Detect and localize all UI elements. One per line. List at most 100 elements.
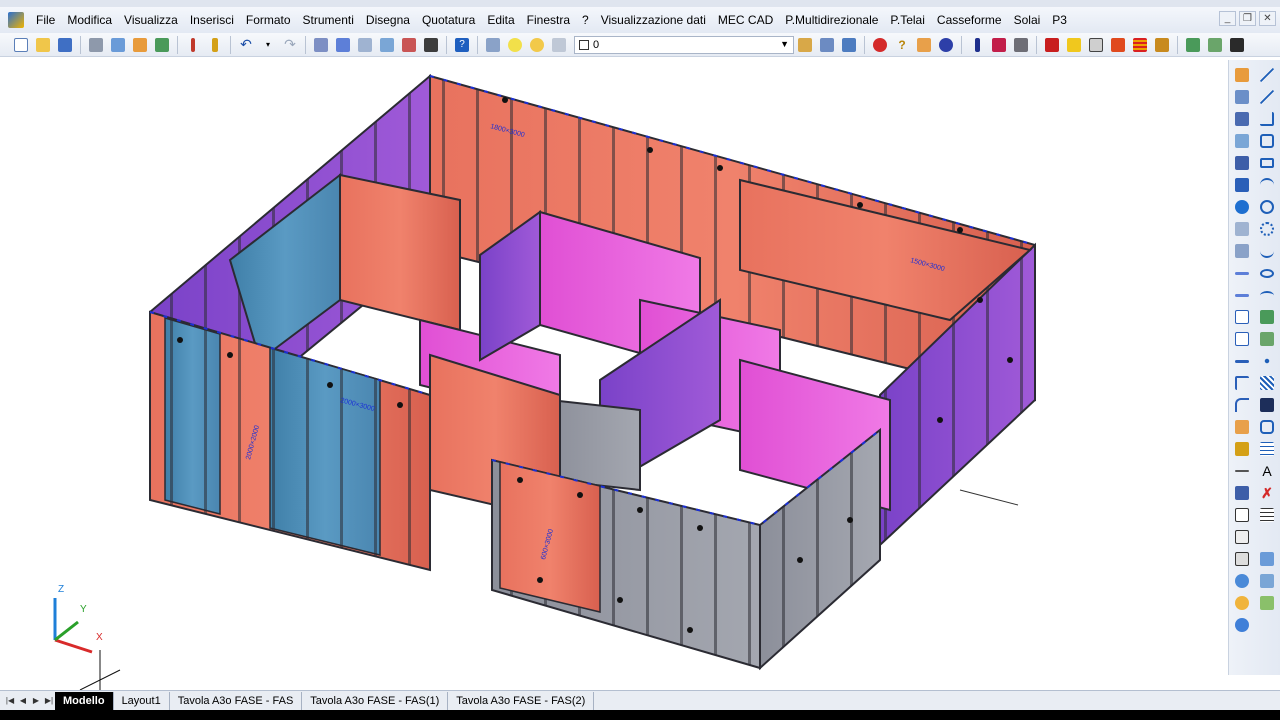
- edit-text-icon[interactable]: [1233, 440, 1251, 458]
- line-icon[interactable]: [1258, 66, 1276, 84]
- next-tab-icon[interactable]: ▶: [30, 694, 42, 708]
- trim-icon[interactable]: [1233, 264, 1251, 282]
- render-icon[interactable]: [1233, 594, 1251, 612]
- make-block-icon[interactable]: [1258, 330, 1276, 348]
- save-icon[interactable]: [55, 35, 75, 55]
- menu-mec-cad[interactable]: MEC CAD: [712, 10, 779, 30]
- undo-dropdown-icon[interactable]: ▾: [258, 35, 278, 55]
- erase-icon[interactable]: [1233, 66, 1251, 84]
- tab-layout1[interactable]: Layout1: [114, 691, 170, 710]
- menu-modifica[interactable]: Modifica: [61, 10, 118, 30]
- menu-visualizza[interactable]: Visualizza: [118, 10, 184, 30]
- open-folder-icon[interactable]: [33, 35, 53, 55]
- properties-icon[interactable]: [355, 35, 375, 55]
- menu-p3[interactable]: P3: [1046, 10, 1073, 30]
- array-icon[interactable]: [1233, 154, 1251, 172]
- gradient-icon[interactable]: [1258, 396, 1276, 414]
- stretch-icon[interactable]: [1233, 242, 1251, 260]
- formwork-props-icon[interactable]: [1152, 35, 1172, 55]
- layer-select[interactable]: 0 ▼: [574, 35, 794, 54]
- fly-icon[interactable]: [1258, 594, 1276, 612]
- menu-edita[interactable]: Edita: [481, 10, 520, 30]
- table-icon[interactable]: [1258, 440, 1276, 458]
- formwork-red-icon[interactable]: [1042, 35, 1062, 55]
- menu-strumenti[interactable]: Strumenti: [297, 10, 360, 30]
- layout-icon[interactable]: [1233, 484, 1251, 502]
- calculator-icon[interactable]: [421, 35, 441, 55]
- box-3d-icon[interactable]: [1233, 528, 1251, 546]
- pan-icon[interactable]: [311, 35, 331, 55]
- last-tab-icon[interactable]: ▶|: [43, 694, 55, 708]
- new-file-icon[interactable]: [11, 35, 31, 55]
- fillet-icon[interactable]: [1233, 396, 1251, 414]
- layer-states-icon[interactable]: [839, 35, 859, 55]
- materials-icon[interactable]: [1233, 616, 1251, 634]
- ellipse-arc-icon[interactable]: [1258, 286, 1276, 304]
- dimension-icon[interactable]: [1233, 462, 1251, 480]
- menu-file[interactable]: File: [30, 10, 61, 30]
- offset-icon[interactable]: [1233, 132, 1251, 150]
- arc-icon[interactable]: [1258, 176, 1276, 194]
- scale-icon[interactable]: [1233, 220, 1251, 238]
- copy-object-icon[interactable]: [1233, 88, 1251, 106]
- tab-tavola-fas-1[interactable]: Tavola A3o FASE - FAS(1): [302, 691, 449, 710]
- print-icon[interactable]: [86, 35, 106, 55]
- export-icon[interactable]: [1183, 35, 1203, 55]
- extend-icon[interactable]: [1233, 286, 1251, 304]
- spline-icon[interactable]: [1258, 242, 1276, 260]
- rectangle-icon[interactable]: [1258, 154, 1276, 172]
- panel-flag-icon[interactable]: [989, 35, 1009, 55]
- tab-tavola-fas[interactable]: Tavola A3o FASE - FAS: [170, 691, 303, 710]
- menu-visualizzazione-dati[interactable]: Visualizzazione dati: [595, 10, 712, 30]
- hatch-icon[interactable]: [1258, 374, 1276, 392]
- formwork-stripes-icon[interactable]: [1130, 35, 1150, 55]
- construction-line-icon[interactable]: [1258, 88, 1276, 106]
- chevron-down-icon[interactable]: ▼: [780, 39, 789, 49]
- move-icon[interactable]: [1233, 176, 1251, 194]
- region-icon[interactable]: [1258, 418, 1276, 436]
- first-tab-icon[interactable]: |◀: [4, 694, 16, 708]
- chamfer-icon[interactable]: [1233, 374, 1251, 392]
- target-icon[interactable]: [936, 35, 956, 55]
- iso-view-icon[interactable]: [1233, 550, 1251, 568]
- help-icon[interactable]: ?: [452, 35, 472, 55]
- formwork-yellow-icon[interactable]: [1064, 35, 1084, 55]
- menu-p-telai[interactable]: P.Telai: [884, 10, 930, 30]
- menu-quotatura[interactable]: Quotatura: [416, 10, 481, 30]
- publish-icon[interactable]: [130, 35, 150, 55]
- redo-icon[interactable]: ↷: [280, 35, 300, 55]
- polyline-icon[interactable]: [1258, 110, 1276, 128]
- rotate-icon[interactable]: [1233, 198, 1251, 216]
- minimize-button[interactable]: _: [1219, 11, 1236, 26]
- zoom-window-icon[interactable]: [333, 35, 353, 55]
- layer-sun-icon[interactable]: [527, 35, 547, 55]
- layer-bulb-icon[interactable]: [505, 35, 525, 55]
- tab-tavola-fas-2[interactable]: Tavola A3o FASE - FAS(2): [448, 691, 595, 710]
- layer-manager-icon[interactable]: [483, 35, 503, 55]
- cut-icon[interactable]: [183, 35, 203, 55]
- join-icon[interactable]: [1233, 352, 1251, 370]
- mtext-icon[interactable]: A: [1258, 462, 1276, 480]
- orbit-icon[interactable]: [1258, 550, 1276, 568]
- design-center-icon[interactable]: [377, 35, 397, 55]
- copy-icon[interactable]: [1205, 35, 1225, 55]
- match-properties-icon[interactable]: [205, 35, 225, 55]
- point-icon[interactable]: [1258, 352, 1276, 370]
- query-icon[interactable]: ?: [892, 35, 912, 55]
- menu-finestra[interactable]: Finestra: [521, 10, 576, 30]
- formwork-tie-icon[interactable]: [1108, 35, 1128, 55]
- app-icon[interactable]: [8, 12, 24, 28]
- make-current-layer-icon[interactable]: [795, 35, 815, 55]
- menu-help[interactable]: ?: [576, 10, 595, 30]
- panel-blue-icon[interactable]: [967, 35, 987, 55]
- plot-icon[interactable]: [152, 35, 172, 55]
- prev-tab-icon[interactable]: ◀: [17, 694, 29, 708]
- expand-icon[interactable]: [1227, 35, 1247, 55]
- shade-icon[interactable]: [1233, 572, 1251, 590]
- mirror-icon[interactable]: [1233, 110, 1251, 128]
- walk-icon[interactable]: [1258, 572, 1276, 590]
- menu-formato[interactable]: Formato: [240, 10, 297, 30]
- insert-block-side-icon[interactable]: [1258, 308, 1276, 326]
- panel-grey-icon[interactable]: [1011, 35, 1031, 55]
- menu-disegna[interactable]: Disegna: [360, 10, 416, 30]
